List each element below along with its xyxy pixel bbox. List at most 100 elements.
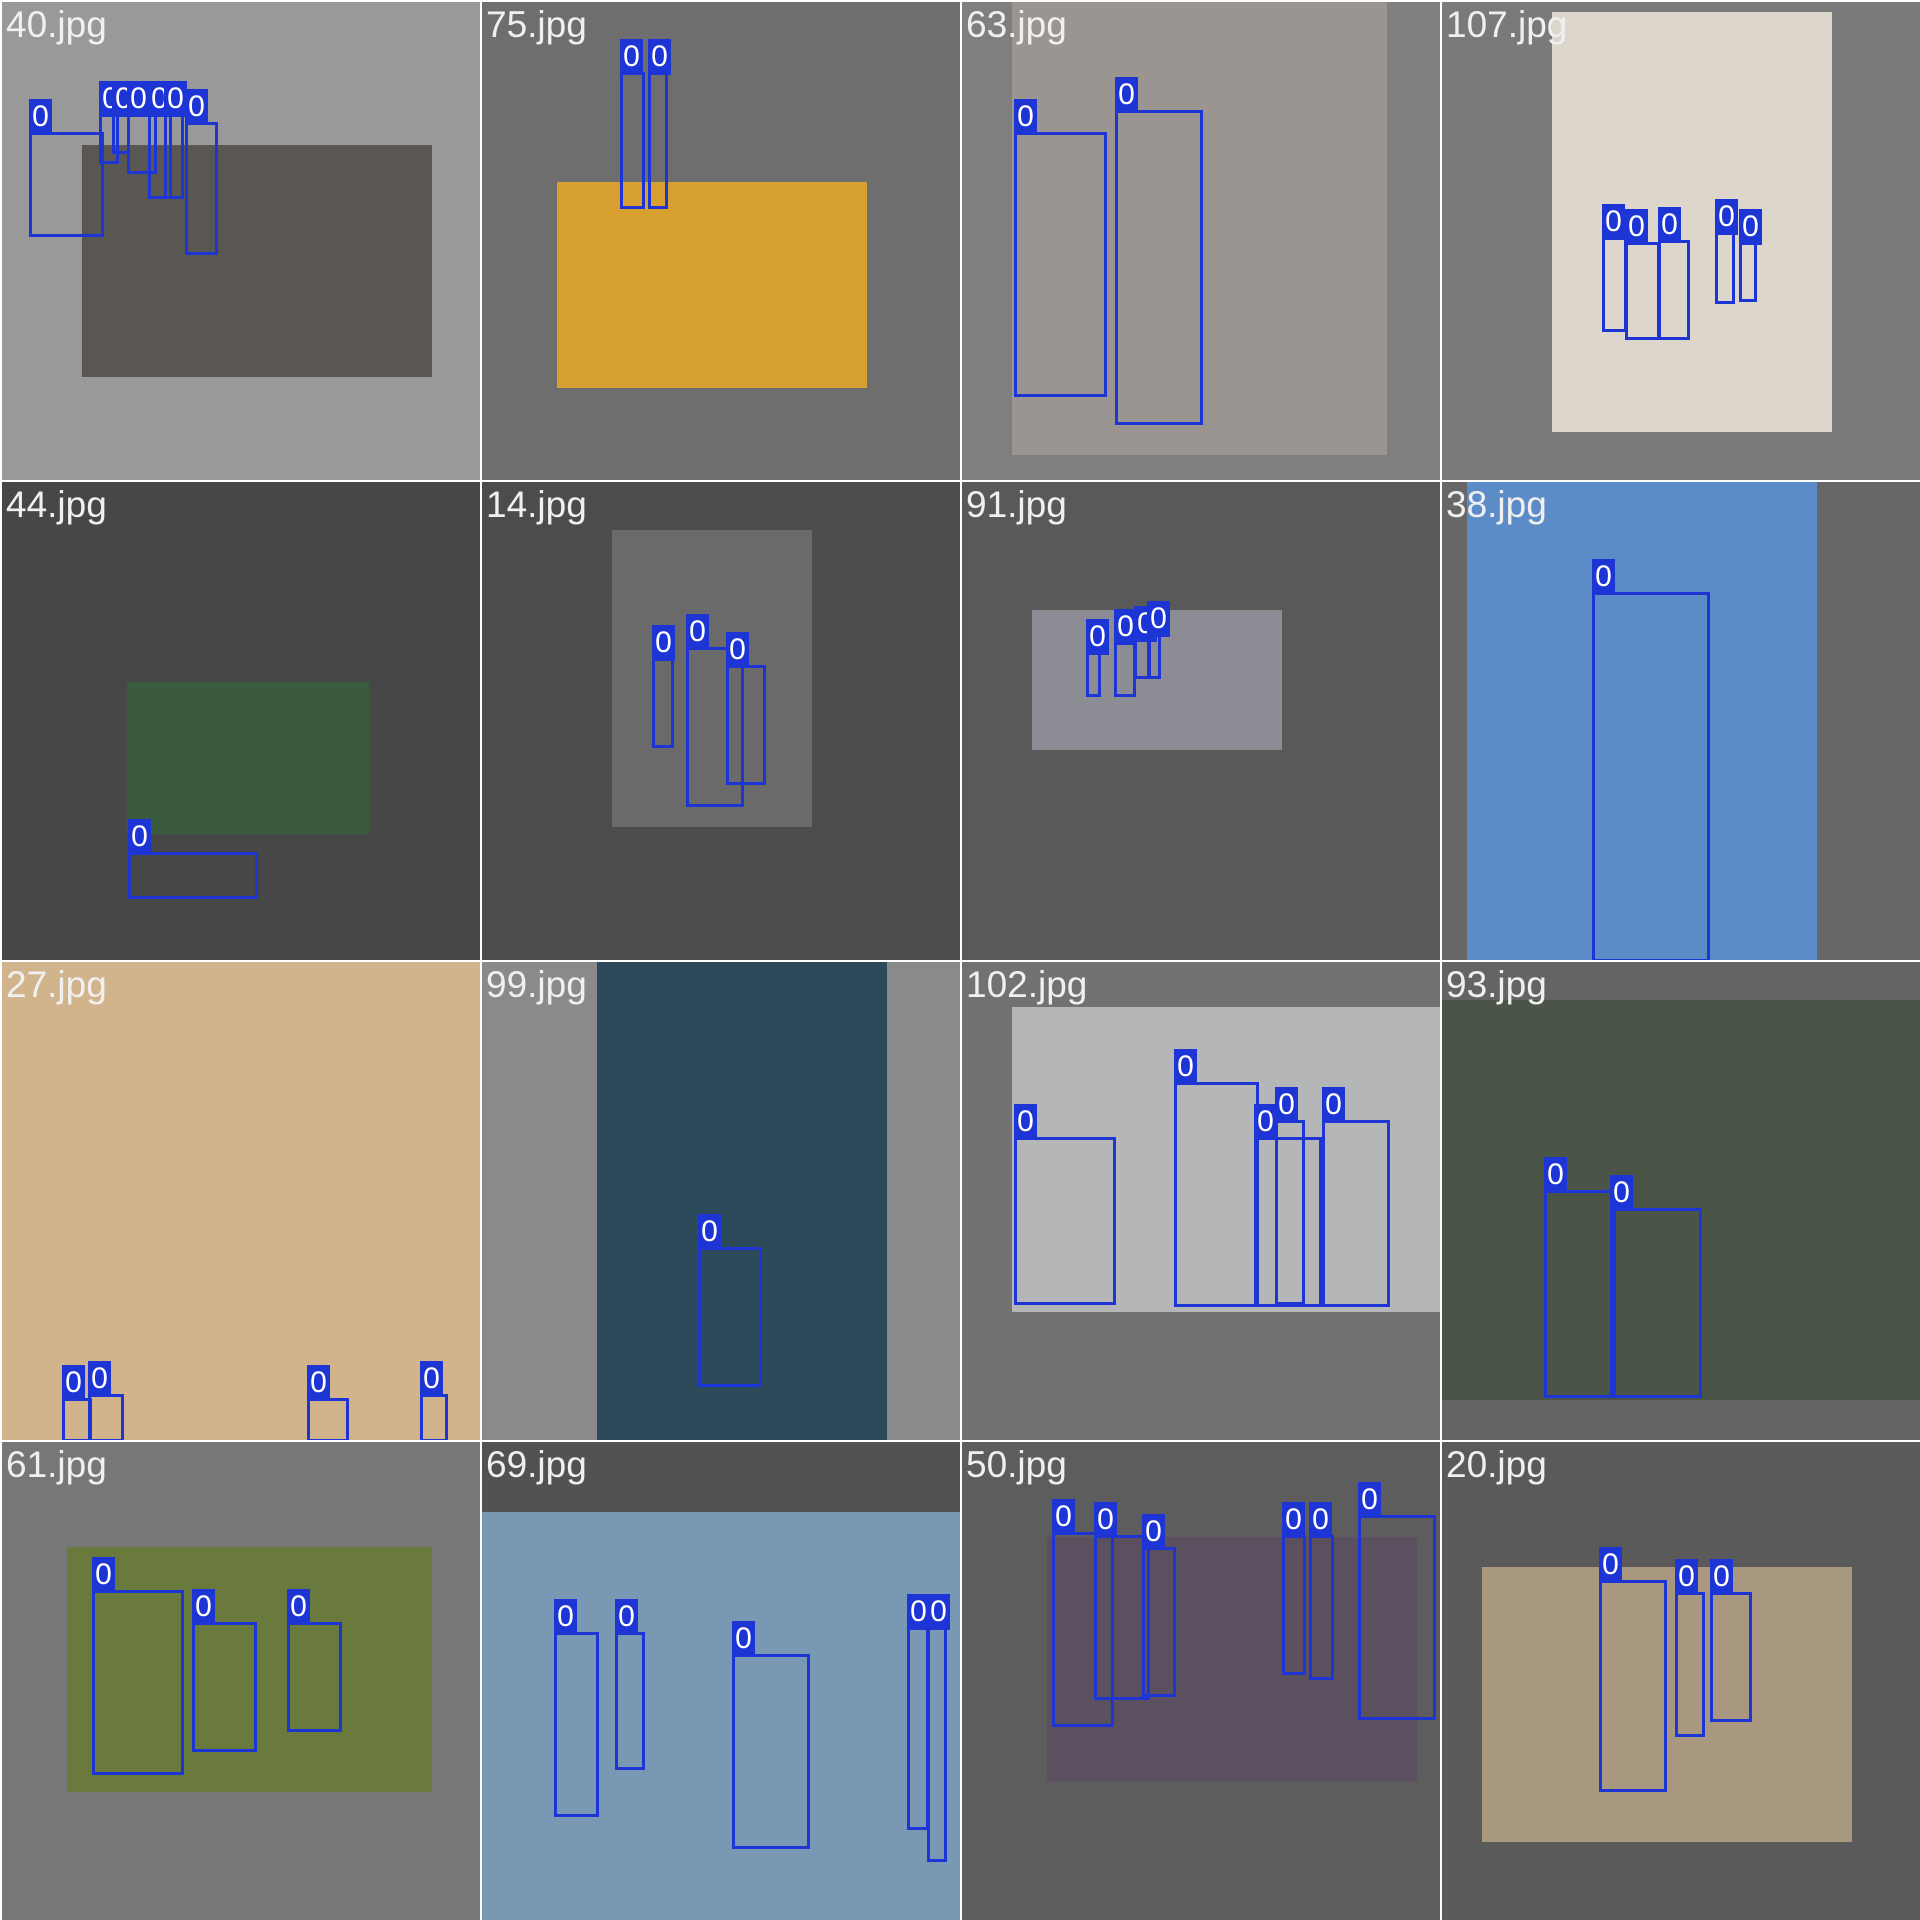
- class-label: 0: [554, 1599, 577, 1635]
- detection-box: 0: [620, 39, 645, 209]
- detection-box: 0: [92, 1557, 184, 1775]
- tile-filename: 102.jpg: [966, 964, 1088, 1005]
- class-label: 0: [1544, 1157, 1567, 1193]
- tile-filename: 69.jpg: [486, 1444, 587, 1485]
- detection-box: 0: [1544, 1157, 1616, 1398]
- class-label: 0: [1174, 1049, 1197, 1085]
- tile-filename: 93.jpg: [1446, 964, 1547, 1005]
- class-label: 0: [128, 819, 151, 855]
- detection-box: 0: [732, 1621, 810, 1849]
- class-label: 0: [1094, 1502, 1117, 1538]
- tile-photo: [1482, 1567, 1852, 1842]
- class-label: 0: [164, 81, 187, 117]
- class-label: 0: [1086, 619, 1109, 655]
- detection-box: 0: [185, 89, 218, 255]
- tile-photo: [557, 182, 867, 388]
- mosaic-grid: 0 0 0 0 0 0 0 40.jpg 0 0 75.jpg 0 0 63.jpg 0 0 0 0 0 107.jp…: [0, 0, 1920, 1920]
- mosaic-tile: 0 0 93.jpg: [1442, 962, 1920, 1440]
- mosaic-tile: 0 0 75.jpg: [482, 2, 960, 480]
- class-label: 0: [192, 1589, 215, 1625]
- tile-filename: 63.jpg: [966, 4, 1067, 45]
- tile-photo: [82, 145, 432, 377]
- tile-photo: [127, 682, 369, 834]
- detection-box: 0: [554, 1599, 599, 1817]
- class-label: 0: [1710, 1559, 1733, 1595]
- class-label: 0: [732, 1621, 755, 1657]
- tile-filename: 14.jpg: [486, 484, 587, 525]
- class-label: 0: [1014, 1104, 1037, 1140]
- detection-box: 0: [726, 632, 766, 785]
- class-label: 0: [698, 1214, 721, 1250]
- class-label: 0: [620, 39, 643, 75]
- detection-box: 0: [307, 1365, 349, 1440]
- detection-box: 0: [927, 1594, 950, 1862]
- detection-box: 0: [1675, 1559, 1705, 1737]
- detection-box: 0: [1115, 77, 1203, 425]
- class-label: 0: [1675, 1559, 1698, 1595]
- mosaic-tile: 0 38.jpg: [1442, 482, 1920, 960]
- class-label: 0: [1658, 207, 1681, 243]
- mosaic-tile: 0 99.jpg: [482, 962, 960, 1440]
- detection-box: 0: [164, 81, 187, 199]
- mosaic-tile: 0 0 0 0 27.jpg: [2, 962, 480, 1440]
- class-label: 0: [615, 1599, 638, 1635]
- class-label: 0: [420, 1361, 443, 1397]
- detection-box: 0: [1322, 1087, 1390, 1307]
- detection-box: 0: [1114, 609, 1137, 697]
- detection-box: 0: [652, 625, 675, 748]
- tile-filename: 91.jpg: [966, 484, 1067, 525]
- mosaic-tile: 0 0 0 0 91.jpg: [962, 482, 1440, 960]
- detection-box: 0: [1142, 1514, 1176, 1697]
- tile-filename: 20.jpg: [1446, 1444, 1547, 1485]
- class-label: 0: [1715, 199, 1738, 235]
- tile-filename: 99.jpg: [486, 964, 587, 1005]
- detection-box: 0: [1147, 601, 1170, 679]
- mosaic-tile: 0 0 0 0 0 0 0 40.jpg: [2, 2, 480, 480]
- detection-box: 0: [1014, 1104, 1116, 1305]
- detection-box: 0: [1599, 1547, 1667, 1792]
- class-label: 0: [1052, 1499, 1075, 1535]
- tile-filename: 27.jpg: [6, 964, 107, 1005]
- class-label: 0: [1625, 209, 1648, 245]
- mosaic-tile: 0 0 0 14.jpg: [482, 482, 960, 960]
- detection-box: 0: [698, 1214, 762, 1387]
- class-label: 0: [652, 625, 675, 661]
- mosaic-tile: 0 0 63.jpg: [962, 2, 1440, 480]
- detection-box: 0: [615, 1599, 645, 1770]
- detection-box: 0: [1658, 207, 1690, 340]
- detection-box: 0: [648, 39, 671, 209]
- tile-filename: 40.jpg: [6, 4, 107, 45]
- class-label: 0: [1014, 99, 1037, 135]
- class-label: 0: [88, 1361, 111, 1397]
- detection-box: 0: [1358, 1482, 1436, 1720]
- class-label: 0: [92, 1557, 115, 1593]
- class-label: 0: [29, 99, 52, 135]
- mosaic-tile: 0 44.jpg: [2, 482, 480, 960]
- class-label: 0: [307, 1365, 330, 1401]
- class-label: 0: [686, 614, 709, 650]
- detection-box: 0: [1739, 209, 1762, 302]
- detection-box: 0: [88, 1361, 124, 1440]
- detection-box: 0: [907, 1594, 930, 1830]
- mosaic-tile: 0 0 0 0 0 69.jpg: [482, 1442, 960, 1920]
- detection-box: 0: [1174, 1049, 1259, 1307]
- class-label: 0: [1358, 1482, 1381, 1518]
- class-label: 0: [726, 632, 749, 668]
- class-label: 0: [1309, 1502, 1332, 1538]
- detection-box: 0: [192, 1589, 257, 1752]
- detection-box: 0: [1610, 1175, 1702, 1398]
- class-label: 0: [1282, 1502, 1305, 1538]
- detection-box: 0: [128, 819, 258, 899]
- class-label: 0: [287, 1589, 310, 1625]
- mosaic-tile: 0 0 0 61.jpg: [2, 1442, 480, 1920]
- class-label: 0: [1322, 1087, 1345, 1123]
- mosaic-tile: 0 0 0 0 0 107.jpg: [1442, 2, 1920, 480]
- class-label: 0: [127, 81, 150, 117]
- class-label: 0: [1599, 1547, 1622, 1583]
- class-label: 0: [1115, 77, 1138, 113]
- class-label: 0: [62, 1365, 85, 1401]
- class-label: 0: [1592, 559, 1615, 595]
- class-label: 0: [1275, 1087, 1298, 1123]
- class-label: 0: [1142, 1514, 1165, 1550]
- mosaic-tile: 0 0 0 0 0 0 50.jpg: [962, 1442, 1440, 1920]
